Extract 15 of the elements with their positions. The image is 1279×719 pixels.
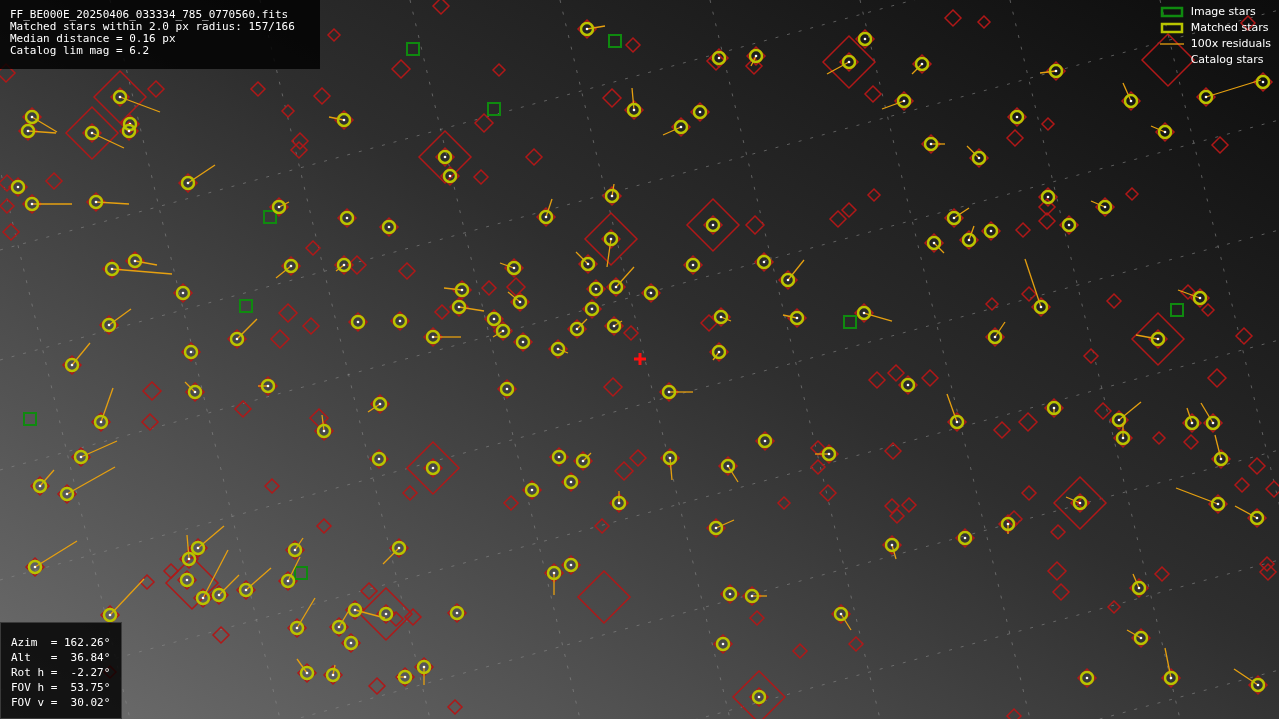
legend-label: 100x residuals (1190, 37, 1271, 51)
info-line: FF_BE000E_20250406_033334_785_0770560.fits (10, 9, 290, 21)
info-line: Catalog lim mag = 6.2 (10, 45, 151, 57)
info-line: Alt = 36.84° (11, 650, 111, 665)
marker-icon (1160, 22, 1183, 34)
info-line: Median distance = 0.16 px (10, 33, 177, 45)
residual-line-icon (1159, 43, 1184, 45)
legend-label: Matched stars (1190, 21, 1270, 35)
marker-icon (1160, 6, 1183, 18)
info-line: Matched stars within 2.0 px radius: 157/166 (10, 21, 296, 33)
info-line: Rot h = -2.27° (11, 665, 111, 680)
info-line: FOV v = 30.02° (11, 695, 111, 710)
info-line: FOV h = 53.75° (11, 680, 111, 695)
legend-label: Image stars (1190, 5, 1257, 19)
info-line: Azim = 162.26° (11, 635, 111, 650)
